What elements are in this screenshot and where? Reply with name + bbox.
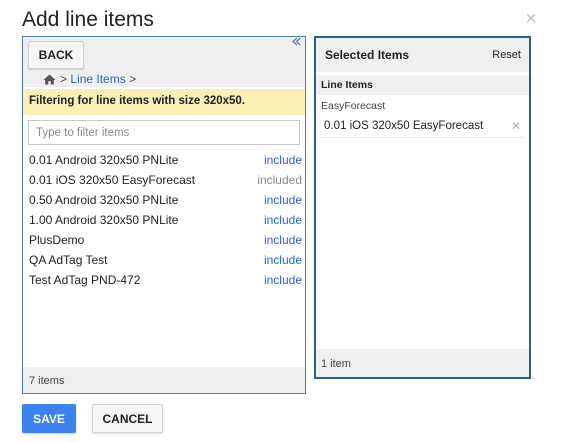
items-list: 0.01 Android 320x50 PNLite include 0.01 … (23, 150, 305, 290)
item-name: PlusDemo (29, 233, 85, 247)
breadcrumb: > Line Items > (43, 72, 136, 86)
breadcrumb-separator: > (129, 72, 137, 86)
selected-item: 0.01 iOS 320x50 EasyForecast ✕ (320, 114, 525, 138)
selected-item-name: 0.01 iOS 320x50 EasyForecast (324, 119, 484, 132)
item-name: 1.00 Android 320x50 PNLite (29, 213, 179, 227)
selected-items-panel: Selected Items Reset Line Items EasyFore… (314, 36, 531, 379)
filter-banner: Filtering for line items with size 320x5… (23, 89, 305, 115)
item-name: Test AdTag PND-472 (29, 273, 141, 287)
list-item: 0.01 Android 320x50 PNLite include (23, 150, 305, 170)
back-button[interactable]: BACK (28, 41, 84, 69)
list-item: 0.50 Android 320x50 PNLite include (23, 190, 305, 210)
home-icon[interactable] (43, 74, 56, 85)
reset-button[interactable]: Reset (492, 49, 521, 61)
selected-items-header: Selected Items Reset (316, 38, 529, 72)
include-link[interactable]: include (264, 153, 302, 167)
list-item: 0.01 iOS 320x50 EasyForecast included (23, 170, 305, 190)
list-item: PlusDemo include (23, 230, 305, 250)
group-label: EasyForecast (321, 100, 386, 112)
breadcrumb-separator: > (60, 72, 68, 86)
remove-icon[interactable]: ✕ (511, 119, 521, 133)
list-item: Test AdTag PND-472 include (23, 270, 305, 290)
available-items-panel: BACK > Line Items > Filtering for line i… (22, 36, 306, 394)
close-icon[interactable]: × (525, 9, 537, 29)
selected-items-title: Selected Items (325, 48, 410, 62)
save-button[interactable]: SAVE (22, 404, 76, 433)
item-name: 0.01 iOS 320x50 EasyForecast (29, 173, 196, 187)
include-link[interactable]: include (264, 193, 302, 207)
selected-count: 1 item (316, 349, 529, 377)
collapse-icon[interactable] (291, 37, 301, 49)
dialog-title: Add line items (22, 8, 154, 31)
breadcrumb-link-line-items[interactable]: Line Items (70, 72, 125, 86)
included-status: included (257, 173, 302, 187)
include-link[interactable]: include (264, 233, 302, 247)
item-count: 7 items (23, 367, 305, 393)
add-line-items-dialog: Add line items × BACK > Line Items > Fil… (0, 0, 561, 443)
include-link[interactable]: include (264, 213, 302, 227)
item-name: QA AdTag Test (29, 253, 108, 267)
cancel-button[interactable]: CANCEL (92, 404, 163, 433)
section-label: Line Items (316, 75, 529, 95)
include-link[interactable]: include (264, 273, 302, 287)
include-link[interactable]: include (264, 253, 302, 267)
filter-input[interactable] (28, 120, 300, 145)
list-item: QA AdTag Test include (23, 250, 305, 270)
item-name: 0.50 Android 320x50 PNLite (29, 193, 179, 207)
list-item: 1.00 Android 320x50 PNLite include (23, 210, 305, 230)
panel-header: BACK > Line Items > (23, 37, 305, 87)
item-name: 0.01 Android 320x50 PNLite (29, 153, 179, 167)
